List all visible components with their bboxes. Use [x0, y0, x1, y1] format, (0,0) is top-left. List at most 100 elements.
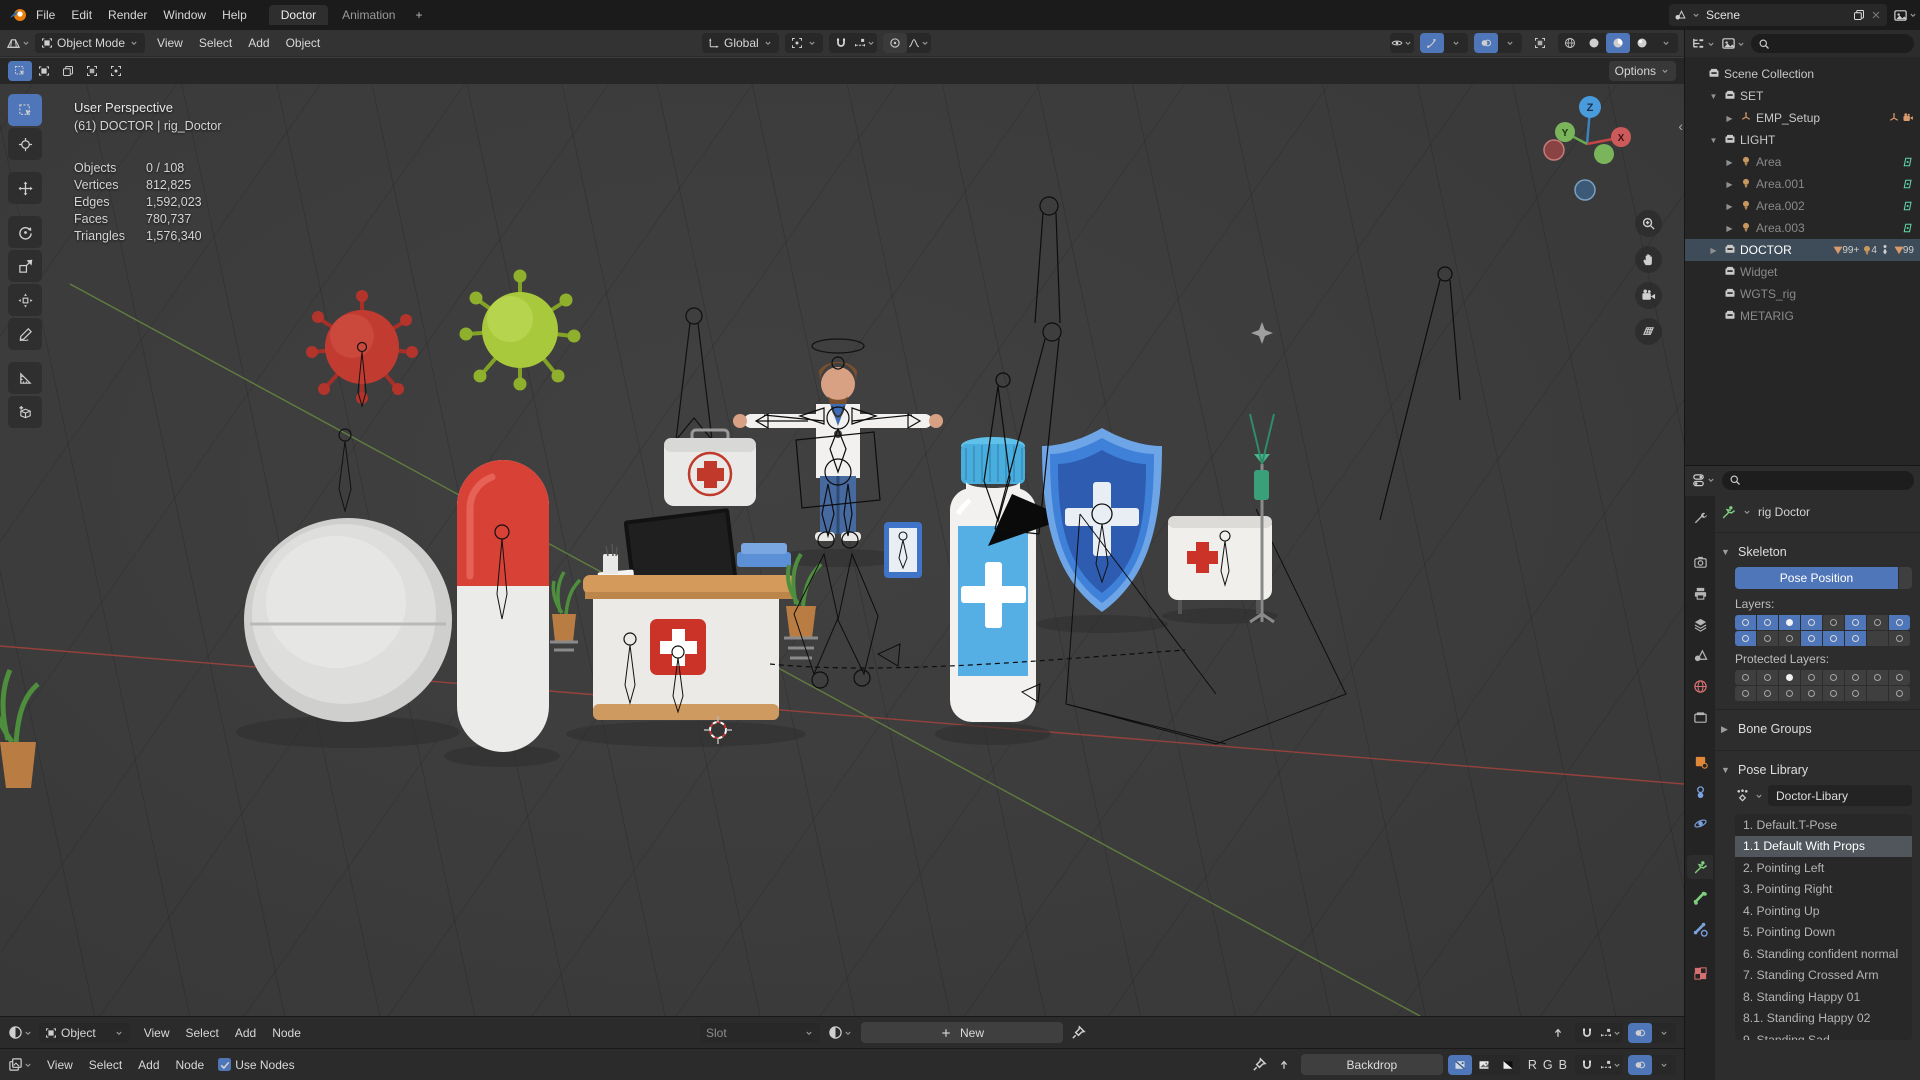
pose-item-1-default-t-pose[interactable]: 1. Default.T-Pose: [1735, 814, 1912, 836]
snap-toggle[interactable]: [829, 33, 853, 53]
light-data-badge-icon[interactable]: [1902, 156, 1914, 168]
pose-item-7-standing-crossed-arm[interactable]: 7. Standing Crossed Arm: [1735, 965, 1912, 987]
protected-layer-cell[interactable]: [1779, 670, 1800, 685]
shading-rendered-button[interactable]: [1630, 33, 1654, 53]
protected-layer-cell[interactable]: [1889, 686, 1910, 701]
properties-search[interactable]: [1722, 471, 1914, 490]
properties-tab-constraints[interactable]: [1687, 780, 1713, 804]
clipboard[interactable]: [884, 522, 922, 578]
shading-material-button[interactable]: [1606, 33, 1630, 53]
shader-menu-node[interactable]: Node: [264, 1022, 309, 1044]
disclosure-closed-icon[interactable]: ▶: [1707, 246, 1720, 255]
pose-item-8-standing-happy-01[interactable]: 8. Standing Happy 01: [1735, 986, 1912, 1008]
main-menu-render[interactable]: Render: [100, 4, 155, 26]
virus-red[interactable]: [306, 290, 418, 406]
gizmos-dropdown[interactable]: [1444, 33, 1468, 53]
visibility-dropdown[interactable]: [1390, 33, 1414, 53]
compositor-menu-select[interactable]: Select: [81, 1054, 130, 1076]
layer-cell[interactable]: [1823, 631, 1844, 646]
tool-rotate[interactable]: [8, 216, 42, 248]
properties-tab-object-data[interactable]: [1687, 855, 1713, 879]
outliner-item-widget[interactable]: Widget: [1685, 261, 1920, 283]
outliner-item-area-002[interactable]: ▶Area.002: [1685, 195, 1920, 217]
properties-tab-scene[interactable]: [1687, 643, 1713, 667]
nav-ortho-button[interactable]: [1635, 318, 1662, 345]
new-material-button[interactable]: New: [861, 1022, 1063, 1043]
scene-browse-icon[interactable]: [1674, 9, 1686, 21]
medical-cart[interactable]: [1168, 516, 1272, 614]
layer-cell[interactable]: [1735, 615, 1756, 630]
gizmo-z-neg[interactable]: [1575, 180, 1595, 200]
pill-bottle[interactable]: [950, 437, 1036, 722]
layer-cell[interactable]: [1779, 631, 1800, 646]
pill-tablet[interactable]: [244, 429, 452, 722]
channel-g-button[interactable]: G: [1540, 1058, 1556, 1072]
properties-tab-collection[interactable]: [1687, 705, 1713, 729]
tool-select-box[interactable]: [8, 94, 42, 126]
outliner-item-area-003[interactable]: ▶Area.003: [1685, 217, 1920, 239]
protected-layer-cell[interactable]: [1867, 686, 1888, 701]
backdrop-split-button[interactable]: [1496, 1055, 1520, 1075]
properties-tab-render[interactable]: [1687, 550, 1713, 574]
mesh-badge-icon[interactable]: 99+: [1832, 244, 1859, 256]
outliner-item-light[interactable]: ▼LIGHT: [1685, 129, 1920, 151]
snap-toggle[interactable]: [1575, 1023, 1599, 1043]
properties-editor-type[interactable]: [1691, 473, 1716, 488]
pose-item-1-1-default-with-props[interactable]: 1.1 Default With Props: [1735, 836, 1912, 858]
pose-item-6-standing-confident-normal[interactable]: 6. Standing confident normal: [1735, 943, 1912, 965]
outliner-search[interactable]: [1751, 34, 1914, 53]
scene-name[interactable]: Scene: [1706, 8, 1848, 22]
navigation-gizmo[interactable]: Z X Y: [1532, 92, 1642, 202]
use-nodes-checkbox[interactable]: Use Nodes: [218, 1058, 294, 1072]
parent-node-button[interactable]: [1546, 1023, 1570, 1043]
disclosure-closed-icon[interactable]: ▶: [1723, 180, 1736, 189]
light-badge-icon[interactable]: 4: [1861, 244, 1877, 256]
scene-selector[interactable]: Scene: [1669, 4, 1887, 26]
shading-dropdown[interactable]: [1654, 33, 1678, 53]
compositor-menu-node[interactable]: Node: [168, 1054, 213, 1076]
xray-toggle[interactable]: [1528, 33, 1552, 53]
outliner-item-wgts-rig[interactable]: WGTS_rig: [1685, 283, 1920, 305]
outliner-item-area[interactable]: ▶Area: [1685, 151, 1920, 173]
light-data-badge-icon[interactable]: [1902, 200, 1914, 212]
disclosure-closed-icon[interactable]: ▶: [1723, 202, 1736, 211]
pose-item-5-pointing-down[interactable]: 5. Pointing Down: [1735, 922, 1912, 944]
disclosure-closed-icon[interactable]: ▶: [1723, 224, 1736, 233]
pose-item-9-standing-sad[interactable]: 9. Standing Sad: [1735, 1029, 1912, 1040]
skeleton-panel-header[interactable]: ▼ Skeleton: [1721, 539, 1912, 565]
outliner-item-doctor[interactable]: ▶DOCTOR99+499: [1685, 239, 1920, 261]
protected-layer-cell[interactable]: [1801, 670, 1822, 685]
compositor-editor-type[interactable]: [8, 1057, 33, 1072]
shader-editor-type[interactable]: [8, 1025, 33, 1040]
protected-layer-cell[interactable]: [1757, 670, 1778, 685]
tool-add-cube[interactable]: [8, 396, 42, 428]
layer-cell[interactable]: [1889, 631, 1910, 646]
protected-layer-cell[interactable]: [1845, 686, 1866, 701]
protected-layer-cell[interactable]: [1867, 670, 1888, 685]
overlays-toggle[interactable]: [1628, 1023, 1652, 1043]
backdrop-color-button[interactable]: [1472, 1055, 1496, 1075]
shader-type-dropdown[interactable]: Object: [39, 1023, 130, 1043]
outliner-item-metarig[interactable]: METARIG: [1685, 305, 1920, 327]
shader-menu-select[interactable]: Select: [177, 1022, 226, 1044]
tool-annotate[interactable]: [8, 318, 42, 350]
main-menu-edit[interactable]: Edit: [63, 4, 100, 26]
channel-b-button[interactable]: B: [1556, 1058, 1570, 1072]
select-mode-intersect[interactable]: [104, 61, 128, 81]
outliner-item-area-001[interactable]: ▶Area.001: [1685, 173, 1920, 195]
snap-target-dropdown[interactable]: [1599, 1023, 1623, 1043]
nav-camera-button[interactable]: [1635, 282, 1662, 309]
protected-layer-cell[interactable]: [1735, 686, 1756, 701]
properties-tab-tool[interactable]: [1687, 506, 1713, 530]
layer-cell[interactable]: [1889, 615, 1910, 630]
main-menu-window[interactable]: Window: [155, 4, 214, 26]
protected-layer-cell[interactable]: [1823, 686, 1844, 701]
viewport-menu-view[interactable]: View: [149, 32, 191, 54]
overlays-toggle[interactable]: [1474, 33, 1498, 53]
tool-measure[interactable]: [8, 362, 42, 394]
shield[interactable]: [1042, 428, 1162, 612]
pose-item-8-1-standing-happy-02[interactable]: 8.1. Standing Happy 02: [1735, 1008, 1912, 1030]
first-aid-kit[interactable]: [664, 308, 756, 506]
layer-cell[interactable]: [1779, 615, 1800, 630]
workspace-tab-animation[interactable]: Animation: [330, 5, 407, 25]
